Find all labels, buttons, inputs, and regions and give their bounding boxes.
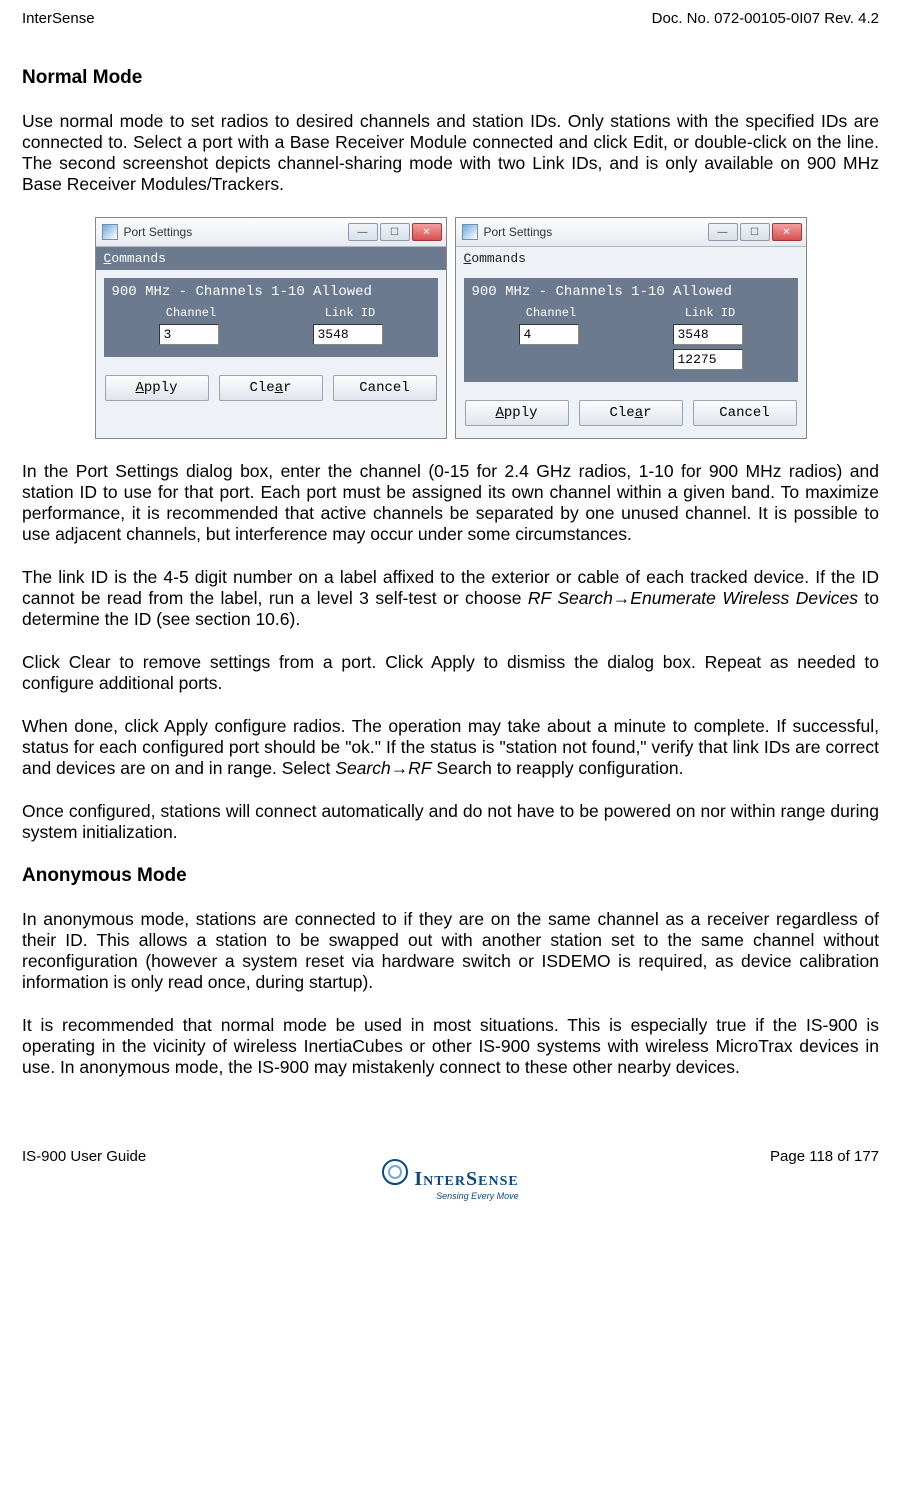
- paragraph-intro: Use normal mode to set radios to desired…: [22, 111, 879, 195]
- app-icon: [102, 224, 118, 240]
- commands-menu[interactable]: Commands: [456, 247, 806, 270]
- commands-menu[interactable]: Commands: [96, 247, 446, 270]
- linkid-label: Link ID: [685, 306, 735, 320]
- paragraph-clear: Click Clear to remove settings from a po…: [22, 652, 879, 694]
- cancel-button[interactable]: Cancel: [333, 375, 437, 401]
- linkid-input[interactable]: 3548: [313, 324, 383, 345]
- screenshots-container: Port Settings — ☐ ✕ Commands 900 MHz - C…: [22, 217, 879, 439]
- apply-button[interactable]: Apply: [465, 400, 569, 426]
- footer-right: Page 118 of 177: [770, 1148, 879, 1165]
- channel-label: Channel: [526, 306, 576, 320]
- logo-text: InterSense: [414, 1168, 518, 1190]
- footer-left: IS-900 User Guide: [22, 1148, 146, 1165]
- panel-title: 900 MHz - Channels 1-10 Allowed: [112, 284, 430, 300]
- minimize-icon[interactable]: —: [348, 223, 378, 241]
- titlebar: Port Settings — ☐ ✕: [96, 218, 446, 247]
- header-right: Doc. No. 072-00105-0I07 Rev. 4.2: [652, 10, 879, 27]
- paragraph-autoconnect: Once configured, stations will connect a…: [22, 801, 879, 843]
- section-heading-anonymous-mode: Anonymous Mode: [22, 865, 879, 887]
- close-icon[interactable]: ✕: [412, 223, 442, 241]
- close-icon[interactable]: ✕: [772, 223, 802, 241]
- paragraph-channels: In the Port Settings dialog box, enter t…: [22, 461, 879, 545]
- logo-tagline: Sensing Every Move: [414, 1191, 518, 1201]
- app-icon: [462, 224, 478, 240]
- clear-button[interactable]: Clear: [219, 375, 323, 401]
- maximize-icon[interactable]: ☐: [740, 223, 770, 241]
- linkid-input-2[interactable]: 12275: [673, 349, 743, 370]
- window-title: Port Settings: [124, 225, 193, 239]
- paragraph-linkid: The link ID is the 4-5 digit number on a…: [22, 567, 879, 630]
- paragraph-recommendation: It is recommended that normal mode be us…: [22, 1015, 879, 1078]
- channel-input[interactable]: 4: [519, 324, 579, 345]
- panel-title: 900 MHz - Channels 1-10 Allowed: [472, 284, 790, 300]
- port-settings-dialog-2: Port Settings — ☐ ✕ Commands 900 MHz - C…: [455, 217, 807, 439]
- linkid-label: Link ID: [325, 306, 375, 320]
- window-title: Port Settings: [484, 225, 553, 239]
- paragraph-apply: When done, click Apply configure radios.…: [22, 716, 879, 779]
- paragraph-anonymous: In anonymous mode, stations are connecte…: [22, 909, 879, 993]
- logo-icon: [382, 1159, 408, 1185]
- channel-label: Channel: [166, 306, 216, 320]
- channel-input[interactable]: 3: [159, 324, 219, 345]
- section-heading-normal-mode: Normal Mode: [22, 67, 879, 89]
- minimize-icon[interactable]: —: [708, 223, 738, 241]
- clear-button[interactable]: Clear: [579, 400, 683, 426]
- port-settings-dialog-1: Port Settings — ☐ ✕ Commands 900 MHz - C…: [95, 217, 447, 439]
- maximize-icon[interactable]: ☐: [380, 223, 410, 241]
- header-left: InterSense: [22, 10, 95, 27]
- linkid-input-1[interactable]: 3548: [673, 324, 743, 345]
- footer-logo: InterSense Sensing Every Move: [22, 1159, 879, 1201]
- cancel-button[interactable]: Cancel: [693, 400, 797, 426]
- titlebar: Port Settings — ☐ ✕: [456, 218, 806, 247]
- apply-button[interactable]: Apply: [105, 375, 209, 401]
